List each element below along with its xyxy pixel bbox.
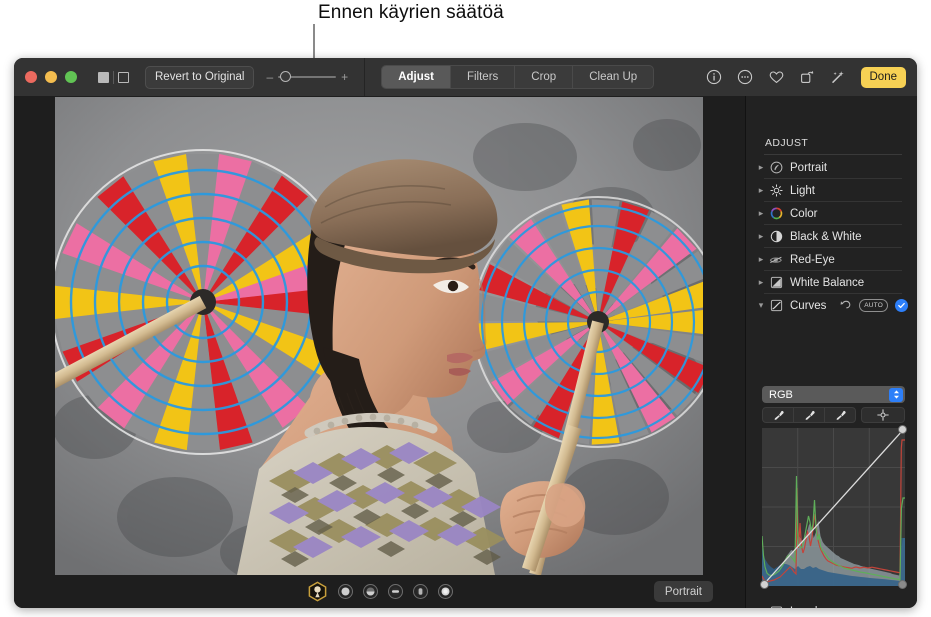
stage-light-icon[interactable] xyxy=(388,584,403,599)
white-balance-icon xyxy=(768,276,784,290)
curves-channel-value: RGB xyxy=(769,389,793,401)
info-icon[interactable] xyxy=(706,69,723,86)
gray-point-eyedropper[interactable] xyxy=(794,408,825,422)
curves-histogram-graph[interactable] xyxy=(762,428,905,586)
revert-arrow-icon[interactable] xyxy=(840,297,852,315)
sidebar-item-levels[interactable]: ▸ Levels xyxy=(746,600,917,608)
tab-filters[interactable]: Filters xyxy=(451,66,515,88)
histogram-svg xyxy=(762,428,905,586)
revert-to-original-button[interactable]: Revert to Original xyxy=(145,66,254,89)
sidebar-item-red-eye[interactable]: ▸ Red-Eye xyxy=(746,248,917,271)
sidebar-item-label: Red-Eye xyxy=(790,254,835,266)
zoom-slider[interactable] xyxy=(278,71,336,83)
light-sun-icon xyxy=(768,184,784,198)
sidebar-item-label: Light xyxy=(790,185,815,197)
chevron-right-icon[interactable]: ▸ xyxy=(756,185,766,196)
callout-label: Ennen käyrien säätöä xyxy=(318,2,504,24)
high-key-light-mono-icon[interactable] xyxy=(438,584,453,599)
sidebar-item-curves[interactable]: ▾ Curves AUTO xyxy=(746,294,917,317)
editor-canvas: Portrait xyxy=(14,96,745,608)
curve-output-black-handle[interactable] xyxy=(898,580,907,589)
single-view-icon[interactable] xyxy=(98,72,109,83)
close-window-button[interactable] xyxy=(25,71,37,83)
adjustment-panel-list-bottom: ▸ Levels ▸ Definition ▸ xyxy=(746,600,917,608)
curves-tool-row xyxy=(762,407,905,423)
tab-clean-up[interactable]: Clean Up xyxy=(573,66,653,88)
studio-light-icon[interactable] xyxy=(338,584,353,599)
sidebar-item-portrait[interactable]: ▸ Portrait xyxy=(746,156,917,179)
toolbar-divider xyxy=(364,58,365,96)
portrait-toggle-button[interactable]: Portrait xyxy=(654,581,713,602)
levels-icon xyxy=(768,605,784,609)
curves-channel-select[interactable]: RGB xyxy=(762,386,905,403)
zoom-slider-knob[interactable] xyxy=(280,71,291,82)
curves-icon xyxy=(768,299,784,313)
curve-black-point-handle[interactable] xyxy=(760,580,769,589)
adjust-sidebar: ADJUST ▸ Portrait ▸ xyxy=(745,96,917,608)
contour-light-icon[interactable] xyxy=(363,584,378,599)
tab-adjust[interactable]: Adjust xyxy=(382,66,451,88)
chevron-right-icon[interactable]: ▸ xyxy=(756,254,766,265)
color-wheel-icon xyxy=(768,207,784,221)
auto-enhance-wand-icon[interactable] xyxy=(830,69,847,86)
sidebar-item-label: Color xyxy=(790,208,817,220)
portrait-lighting-bar: Portrait xyxy=(14,575,745,608)
minimize-window-button[interactable] xyxy=(45,71,57,83)
zoom-out-label[interactable]: – xyxy=(266,71,273,83)
curves-controls: AUTO xyxy=(840,297,917,315)
zoom-window-button[interactable] xyxy=(65,71,77,83)
sidebar-item-color[interactable]: ▸ Color xyxy=(746,202,917,225)
tab-crop[interactable]: Crop xyxy=(515,66,573,88)
edit-mode-tabs[interactable]: Adjust Filters Crop Clean Up xyxy=(381,65,654,89)
rotate-icon[interactable] xyxy=(799,69,816,86)
red-eye-icon xyxy=(768,253,784,267)
chevron-right-icon[interactable]: ▸ xyxy=(756,162,766,173)
lighting-options-group xyxy=(307,581,453,602)
black-point-eyedropper[interactable] xyxy=(763,408,794,422)
sidebar-item-label: Black & White xyxy=(790,231,862,243)
sidebar-item-light[interactable]: ▸ Light xyxy=(746,179,917,202)
window-traffic-lights xyxy=(25,71,77,83)
black-white-circle-icon xyxy=(768,230,784,244)
curves-auto-button[interactable]: AUTO xyxy=(859,299,888,312)
chevron-updown-icon[interactable] xyxy=(889,388,903,402)
sidebar-item-label: Portrait xyxy=(790,162,827,174)
done-button[interactable]: Done xyxy=(861,67,907,88)
split-view-icon[interactable] xyxy=(118,72,129,83)
window-toolbar: Revert to Original – + Adjust Filters Cr… xyxy=(14,58,917,97)
sidebar-title: ADJUST xyxy=(765,137,808,149)
chevron-down-icon[interactable]: ▾ xyxy=(756,300,766,311)
portrait-icon xyxy=(768,161,784,175)
zoom-in-label[interactable]: + xyxy=(341,71,348,83)
curves-enabled-checkbox[interactable] xyxy=(895,299,908,312)
zoom-slider-group[interactable]: – + xyxy=(266,71,348,83)
sidebar-item-black-and-white[interactable]: ▸ Black & White xyxy=(746,225,917,248)
toolbar-right-actions: Done xyxy=(706,67,918,88)
white-point-eyedropper[interactable] xyxy=(825,408,855,422)
chevron-right-icon[interactable]: ▸ xyxy=(756,208,766,219)
chevron-right-icon[interactable]: ▸ xyxy=(756,277,766,288)
adjustment-panel-list: ▸ Portrait ▸ Light xyxy=(746,156,917,317)
photos-editor-window: Revert to Original – + Adjust Filters Cr… xyxy=(14,58,917,608)
sidebar-item-label: Curves xyxy=(790,300,826,312)
stage-light-mono-icon[interactable] xyxy=(413,584,428,599)
chevron-right-icon[interactable]: ▸ xyxy=(756,606,766,608)
sidebar-item-label: Levels xyxy=(790,606,823,609)
curve-white-point-handle[interactable] xyxy=(898,425,907,434)
more-icon[interactable] xyxy=(737,69,754,86)
favorite-heart-icon[interactable] xyxy=(768,69,785,86)
chevron-right-icon[interactable]: ▸ xyxy=(756,231,766,242)
add-point-target-icon[interactable] xyxy=(861,407,905,423)
sidebar-item-label: White Balance xyxy=(790,277,864,289)
sidebar-item-white-balance[interactable]: ▸ White Balance xyxy=(746,271,917,294)
eyedropper-group xyxy=(762,407,856,423)
screenshot-root: Ennen käyrien säätöä Revert to Original … xyxy=(0,0,931,617)
view-mode-divider xyxy=(113,71,114,84)
natural-light-hex-icon[interactable] xyxy=(307,581,328,602)
photo-preview[interactable] xyxy=(55,97,703,575)
view-mode-toggle[interactable] xyxy=(98,71,129,84)
sidebar-title-divider xyxy=(764,154,902,155)
